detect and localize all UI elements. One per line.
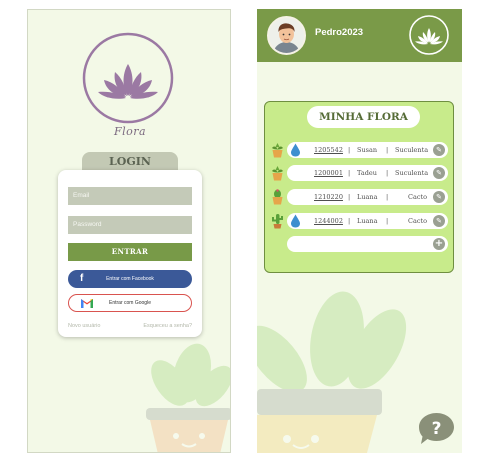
edit-pencil-icon[interactable]: ✎ — [433, 191, 445, 203]
plant-id[interactable]: 1205542 — [314, 146, 343, 154]
plant-type: Cacto — [408, 217, 428, 225]
facebook-button-label: Entrar com Facebook — [106, 276, 154, 282]
separator: | — [386, 193, 389, 201]
gmail-icon — [81, 299, 93, 308]
add-plant-row[interactable]: + — [287, 236, 448, 252]
person-avatar-icon — [273, 23, 300, 53]
potted-plant-icon — [272, 143, 283, 158]
plant-id[interactable]: 1210220 — [314, 193, 343, 201]
brand-name: Flora — [113, 125, 147, 138]
edit-pencil-icon[interactable]: ✎ — [433, 215, 445, 227]
plant-row[interactable]: 1205542 | Susan | Suculenta ✎ — [287, 142, 448, 158]
enter-button[interactable]: ENTRAR — [68, 243, 192, 261]
my-flora-panel: MINHA FLORA 1205542 | Susan | Suculenta … — [264, 101, 454, 273]
cactus-pot-icon — [272, 189, 283, 205]
lotus-logo-icon — [409, 15, 449, 55]
plant-type: Cacto — [408, 193, 428, 201]
home-screen: Pedro2023 MINHA FLORA 1205542 | Susan | … — [257, 9, 462, 453]
plant-owner: Susan — [357, 146, 378, 154]
question-bubble-icon[interactable]: ? — [418, 412, 455, 446]
google-button-label: Entrar com Google — [109, 300, 151, 306]
separator: | — [348, 146, 351, 154]
plant-row[interactable]: 1210220 | Luana | Cacto ✎ — [287, 189, 448, 205]
plant-owner: Luana — [357, 193, 378, 201]
potted-plant-icon — [272, 166, 283, 181]
plant-row[interactable]: 1244002 | Luana | Cacto ✎ — [287, 213, 448, 229]
new-user-link[interactable]: Novo usuário — [68, 323, 100, 329]
facebook-icon: f — [80, 273, 84, 284]
plant-row[interactable]: 1200001 | Tadeu | Suculenta ✎ — [287, 165, 448, 181]
google-login-button[interactable]: Entrar com Google — [68, 294, 192, 312]
user-avatar[interactable] — [267, 16, 306, 55]
plant-type: Suculenta — [395, 169, 429, 177]
separator: | — [348, 217, 351, 225]
plant-id[interactable]: 1244002 — [314, 217, 343, 225]
water-drop-icon — [291, 214, 300, 228]
edit-pencil-icon[interactable]: ✎ — [433, 167, 445, 179]
username-label: Pedro2023 — [315, 27, 364, 38]
forgot-password-link[interactable]: Esqueceu a senha? — [143, 323, 192, 329]
edit-pencil-icon[interactable]: ✎ — [433, 144, 445, 156]
password-field[interactable]: Password — [68, 216, 192, 234]
cactus-icon — [272, 214, 283, 229]
app-header: Pedro2023 — [257, 9, 462, 62]
svg-text:?: ? — [432, 419, 442, 439]
add-plus-icon[interactable]: + — [433, 238, 445, 250]
login-card: Email Password ENTRAR f Entrar com Faceb… — [58, 170, 202, 337]
water-drop-icon — [291, 143, 300, 157]
background-plant-illustration — [146, 343, 230, 452]
separator: | — [386, 169, 389, 177]
facebook-login-button[interactable]: f Entrar com Facebook — [68, 270, 192, 288]
lotus-logo-icon — [82, 32, 174, 124]
panel-title: MINHA FLORA — [307, 106, 420, 128]
separator: | — [386, 217, 389, 225]
plant-type: Suculenta — [395, 146, 429, 154]
plant-owner: Tadeu — [357, 169, 377, 177]
plant-id[interactable]: 1200001 — [314, 169, 343, 177]
separator: | — [348, 193, 351, 201]
separator: | — [386, 146, 389, 154]
email-field[interactable]: Email — [68, 187, 192, 205]
login-screen: Flora LOGIN Email Password ENTRAR f Entr… — [27, 9, 231, 453]
separator: | — [348, 169, 351, 177]
plant-owner: Luana — [357, 217, 378, 225]
